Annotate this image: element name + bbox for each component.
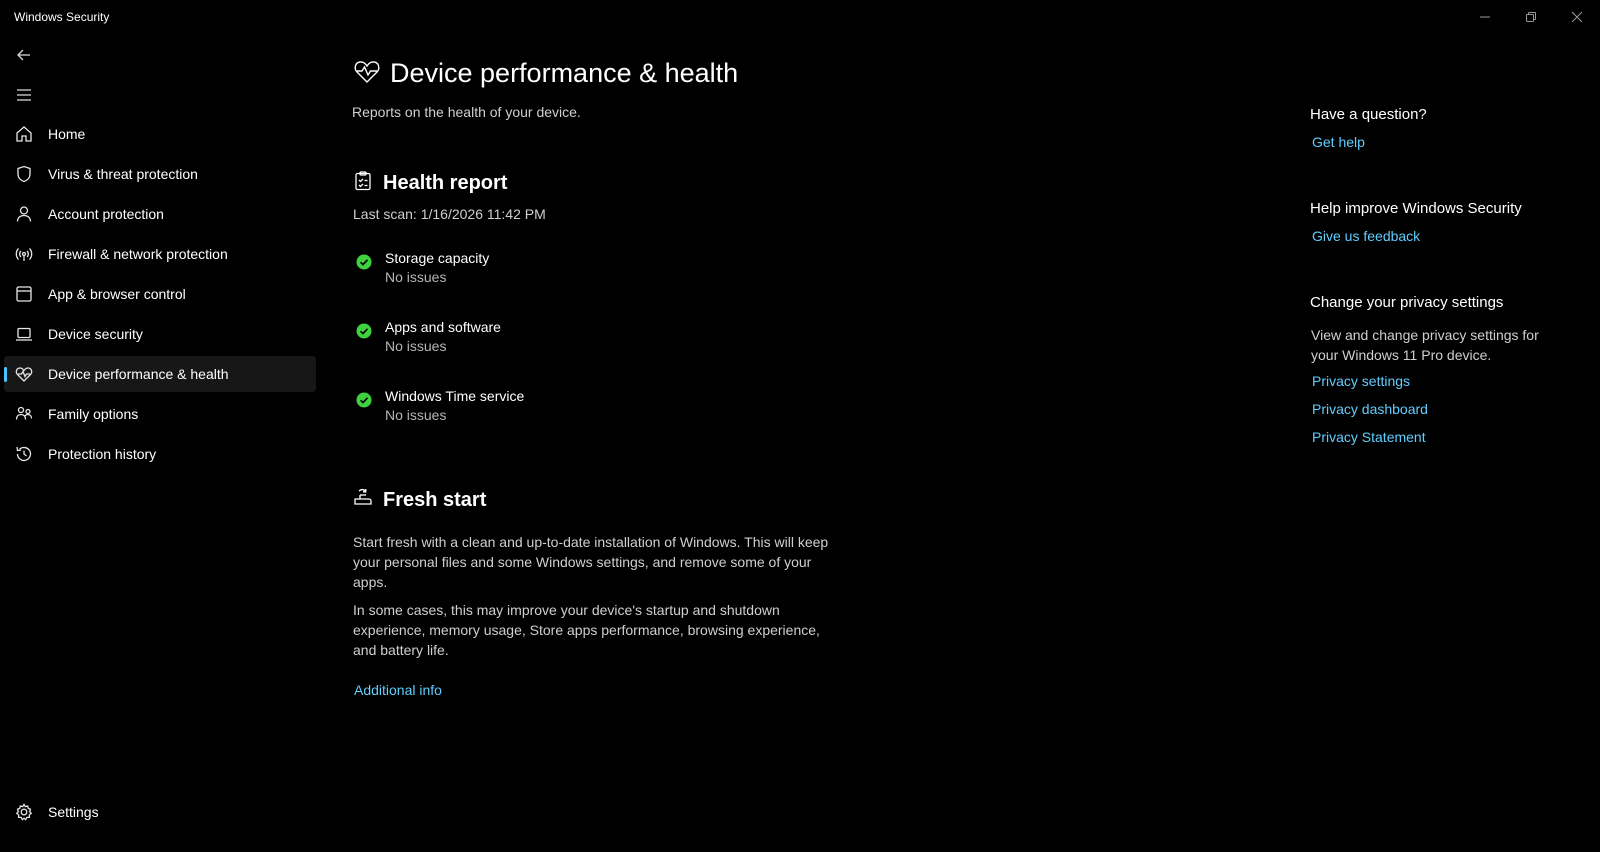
- privacy-settings-link[interactable]: Privacy settings: [1312, 373, 1410, 389]
- close-button[interactable]: [1554, 0, 1600, 34]
- sidebar-item-protection-history[interactable]: Protection history: [4, 436, 316, 472]
- sidebar-item-home[interactable]: Home: [4, 116, 316, 152]
- app-title: Windows Security: [14, 10, 110, 24]
- sidebar-item-virus-threat-protection[interactable]: Virus & threat protection: [4, 156, 316, 192]
- additional-info-link[interactable]: Additional info: [354, 682, 442, 698]
- report-item-windows-time-service: Windows Time service No issues: [356, 388, 656, 428]
- sidebar-item-label: Virus & threat protection: [48, 166, 198, 182]
- sidebar-item-device-performance-health[interactable]: Device performance & health: [4, 356, 316, 392]
- privacy-description: View and change privacy settings for you…: [1311, 327, 1539, 363]
- report-item-apps-software: Apps and software No issues: [356, 319, 656, 359]
- window-controls: [1462, 0, 1600, 34]
- health-report-header: Health report: [352, 170, 507, 197]
- heart-pulse-icon: [14, 364, 34, 384]
- title-bar: Windows Security: [0, 0, 1600, 34]
- shield-icon: [14, 164, 34, 184]
- sidebar-item-label: Device security: [48, 326, 143, 342]
- privacy-statement-link[interactable]: Privacy Statement: [1312, 429, 1426, 445]
- check-circle-icon: [356, 323, 372, 339]
- check-circle-icon: [356, 392, 372, 408]
- sidebar-item-device-security[interactable]: Device security: [4, 316, 316, 352]
- get-help-link[interactable]: Get help: [1312, 134, 1365, 150]
- page-header: Device performance & health: [352, 56, 738, 91]
- check-circle-icon: [356, 254, 372, 270]
- fresh-start-title: Fresh start: [383, 489, 487, 511]
- home-icon: [14, 124, 34, 144]
- sidebar-item-label: Home: [48, 126, 86, 142]
- report-item-status: No issues: [385, 407, 447, 423]
- hamburger-menu-button[interactable]: [10, 81, 38, 109]
- page-title: Device performance & health: [390, 58, 739, 88]
- sidebar-item-label: Firewall & network protection: [48, 246, 228, 262]
- sidebar-item-label: Account protection: [48, 206, 164, 222]
- sidebar-item-account-protection[interactable]: Account protection: [4, 196, 316, 232]
- settings-label: Settings: [48, 804, 99, 820]
- family-icon: [14, 404, 34, 424]
- restore-button[interactable]: [1508, 0, 1554, 34]
- sidebar-item-label: App & browser control: [48, 286, 186, 302]
- question-heading: Have a question?: [1310, 106, 1427, 123]
- close-icon: [1571, 11, 1583, 23]
- report-item-status: No issues: [385, 338, 447, 354]
- improve-heading: Help improve Windows Security: [1310, 200, 1522, 217]
- minimize-button[interactable]: [1462, 0, 1508, 34]
- app-window-icon: [14, 284, 34, 304]
- health-report-title: Health report: [383, 172, 508, 194]
- last-scan-text: Last scan: 1/16/2026 11:42 PM: [353, 206, 546, 222]
- person-icon: [14, 204, 34, 224]
- sidebar-item-settings[interactable]: Settings: [4, 794, 316, 830]
- clipboard-check-icon: [352, 170, 374, 197]
- fresh-start-header: Fresh start: [352, 487, 486, 514]
- windows-security-window: Windows Security Home Virus & threat pro…: [0, 0, 1600, 852]
- sidebar-item-firewall-network-protection[interactable]: Firewall & network protection: [4, 236, 316, 272]
- laptop-icon: [14, 324, 34, 344]
- privacy-dashboard-link[interactable]: Privacy dashboard: [1312, 401, 1428, 417]
- sidebar-item-app-browser-control[interactable]: App & browser control: [4, 276, 316, 312]
- history-icon: [14, 444, 34, 464]
- report-item-title: Storage capacity: [385, 250, 490, 266]
- sidebar-item-family-options[interactable]: Family options: [4, 396, 316, 432]
- fresh-start-icon: [352, 487, 374, 514]
- sidebar-item-label: Family options: [48, 406, 139, 422]
- antenna-icon: [14, 244, 34, 264]
- report-item-storage-capacity: Storage capacity No issues: [356, 250, 656, 290]
- back-arrow-icon: [17, 49, 30, 61]
- restore-icon: [1526, 12, 1536, 22]
- gear-icon: [14, 802, 34, 822]
- fresh-start-benefits: In some cases, this may improve your dev…: [353, 602, 820, 658]
- sidebar: Home Virus & threat protection Account p…: [0, 34, 320, 852]
- report-item-status: No issues: [385, 269, 447, 285]
- sidebar-nav: Home Virus & threat protection Account p…: [4, 116, 316, 476]
- sidebar-item-label: Protection history: [48, 446, 157, 462]
- hamburger-icon: [17, 89, 31, 101]
- back-button[interactable]: [10, 41, 38, 69]
- privacy-heading: Change your privacy settings: [1310, 294, 1504, 311]
- minimize-icon: [1480, 16, 1490, 18]
- give-feedback-link[interactable]: Give us feedback: [1312, 228, 1420, 244]
- fresh-start-description: Start fresh with a clean and up-to-date …: [353, 534, 829, 590]
- heart-pulse-icon: [352, 56, 382, 91]
- page-subtitle: Reports on the health of your device.: [352, 104, 581, 120]
- report-item-title: Windows Time service: [385, 388, 525, 404]
- sidebar-item-label: Device performance & health: [48, 366, 229, 382]
- report-item-title: Apps and software: [385, 319, 501, 335]
